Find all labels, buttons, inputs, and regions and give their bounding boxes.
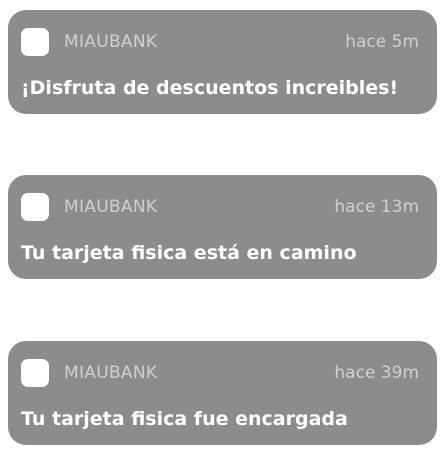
notification-time: hace 39m	[334, 363, 419, 383]
app-icon	[21, 193, 49, 221]
notification-card[interactable]: MIAUBANK hace 5m ¡Disfruta de descuentos…	[8, 10, 437, 114]
notification-message: Tu tarjeta fisica fue encargada	[21, 408, 348, 430]
notification-app-name: MIAUBANK	[64, 32, 158, 52]
notification-card[interactable]: MIAUBANK hace 13m Tu tarjeta fisica está…	[8, 175, 437, 279]
app-icon	[21, 359, 49, 387]
notification-app-name: MIAUBANK	[64, 197, 158, 217]
notification-card[interactable]: MIAUBANK hace 39m Tu tarjeta fisica fue …	[8, 341, 437, 445]
notification-time: hace 13m	[334, 197, 419, 217]
app-icon	[21, 28, 49, 56]
notification-message: ¡Disfruta de descuentos increibles!	[21, 77, 399, 99]
notification-message: Tu tarjeta fisica está en camino	[21, 242, 357, 264]
notification-app-name: MIAUBANK	[64, 363, 158, 383]
notification-time: hace 5m	[345, 32, 419, 52]
